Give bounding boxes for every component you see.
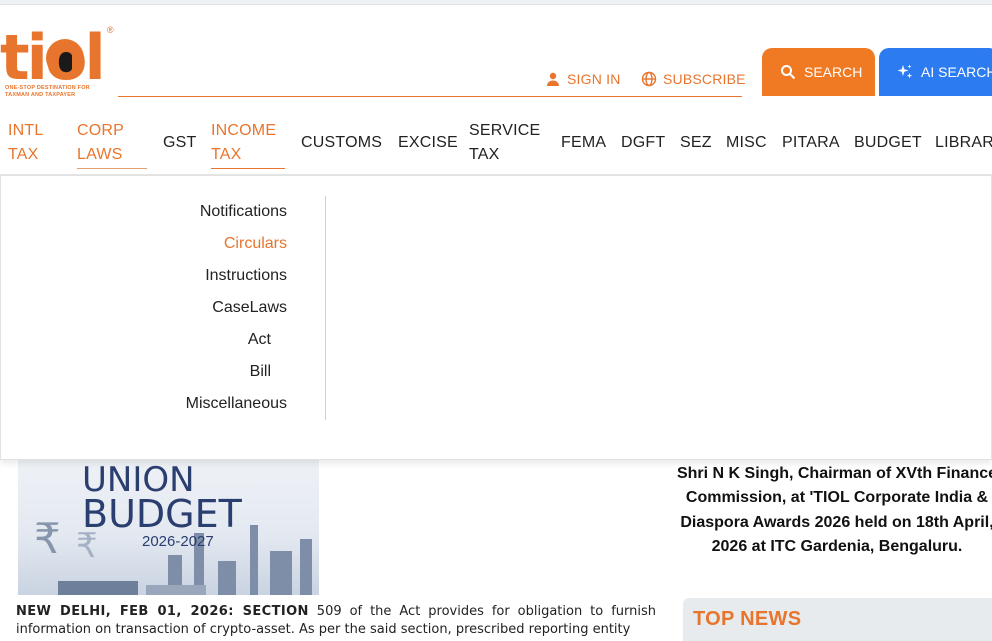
sign-in-label: SIGN IN (567, 71, 621, 87)
user-icon (547, 72, 559, 86)
nav-fema[interactable]: FEMA (561, 131, 606, 155)
nav-library[interactable]: LIBRARY (935, 131, 992, 155)
top-news-header: TOP NEWS (683, 598, 992, 641)
income-tax-dropdown: Notifications Circulars Instructions Cas… (0, 175, 992, 460)
nav-active-underline (211, 168, 285, 169)
nav-sez[interactable]: SEZ (680, 131, 712, 155)
dropdown-item-bill[interactable]: Bill (250, 362, 271, 382)
sign-in-link[interactable]: SIGN IN (545, 69, 621, 89)
site-header: tiol ® ONE-STOP DESTINATION FOR TAXMAN A… (0, 5, 992, 99)
nav-intl-tax[interactable]: INTL TAX (8, 119, 43, 167)
rupee-icon: ₹ (34, 515, 61, 562)
tiol-logo[interactable]: tiol ® ONE-STOP DESTINATION FOR TAXMAN A… (0, 21, 120, 99)
subscribe-link[interactable]: SUBSCRIBE (641, 69, 746, 89)
globe-icon (641, 71, 657, 87)
banner-building (218, 561, 236, 595)
main-nav: INTL TAX CORP LAWS GST INCOME TAX CUSTOM… (0, 115, 992, 175)
nav-misc[interactable]: MISC (726, 131, 767, 155)
nav-gst[interactable]: GST (163, 131, 197, 155)
photo-caption: Shri N K Singh, Chairman of XVth Finance… (676, 465, 992, 555)
article-dateline: NEW DELHI, FEB 01, 2026: SECTION (16, 604, 309, 619)
top-news-title: TOP NEWS (693, 608, 802, 630)
dropdown-item-miscellaneous[interactable]: Miscellaneous (186, 394, 287, 414)
ai-search-button[interactable]: AI SEARCH (879, 48, 992, 96)
banner-building (270, 551, 292, 595)
nav-dgft[interactable]: DGFT (621, 131, 665, 155)
dropdown-item-circulars[interactable]: Circulars (224, 234, 287, 254)
nav-budget[interactable]: BUDGET (854, 131, 922, 155)
dropdown-item-instructions[interactable]: Instructions (205, 266, 287, 286)
nav-excise[interactable]: EXCISE (398, 131, 458, 155)
registered-mark: ® (107, 25, 114, 35)
nav-income-tax[interactable]: INCOME TAX (211, 119, 285, 169)
article-excerpt: NEW DELHI, FEB 01, 2026: SECTION 509 of … (16, 603, 656, 639)
logo-wordmark: tiol (0, 21, 106, 94)
nav-service-tax[interactable]: SERVICE TAX (469, 119, 540, 167)
search-button-label: SEARCH (804, 64, 863, 80)
banner-containers (146, 585, 206, 595)
nav-corp-laws[interactable]: CORP LAWS (77, 119, 147, 169)
banner-containers (58, 581, 138, 595)
nav-pitara[interactable]: PITARA (782, 131, 840, 155)
dropdown-item-caselaws[interactable]: CaseLaws (212, 298, 287, 318)
nav-customs[interactable]: CUSTOMS (301, 131, 382, 155)
banner-building (300, 539, 312, 595)
dropdown-divider (325, 196, 326, 420)
dropdown-item-act[interactable]: Act (248, 330, 271, 350)
union-budget-banner[interactable]: ₹ ₹ UNION BUDGET 2026-2027 (18, 460, 319, 595)
banner-chimney (250, 525, 258, 595)
nav-underline (77, 168, 147, 169)
search-button[interactable]: SEARCH (762, 48, 875, 96)
logo-tagline: ONE-STOP DESTINATION FOR TAXMAN AND TAXP… (5, 85, 90, 98)
banner-title-budget: BUDGET (82, 492, 242, 536)
search-icon (781, 65, 796, 80)
dropdown-item-notifications[interactable]: Notifications (200, 202, 287, 222)
ai-search-button-label: AI SEARCH (921, 64, 992, 80)
sparkle-icon (897, 64, 913, 79)
header-divider (118, 96, 742, 97)
banner-years: 2026-2027 (142, 533, 214, 550)
subscribe-label: SUBSCRIBE (663, 71, 746, 87)
